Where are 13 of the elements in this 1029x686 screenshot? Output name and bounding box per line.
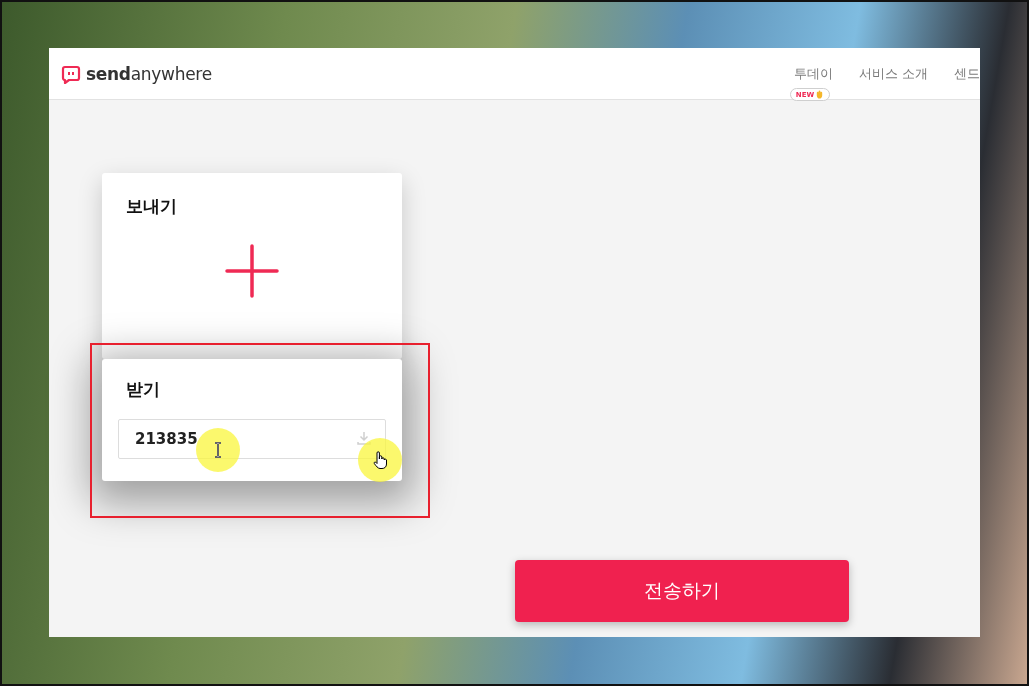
nav-link[interactable]: 투데이: [793, 64, 833, 83]
text-cursor-icon: [214, 442, 222, 458]
pointer-cursor-icon: [373, 451, 387, 469]
card-title: 받기: [125, 378, 161, 401]
card-title: 보내기: [126, 195, 178, 218]
transfer-button[interactable]: 전송하기: [515, 560, 849, 622]
logo-text[interactable]: sendanywhere: [86, 63, 212, 84]
logo-icon: [61, 63, 81, 84]
nav-link[interactable]: 센드: [954, 64, 980, 83]
send-card[interactable]: 보내기: [102, 173, 402, 359]
nav-link[interactable]: 서비스 소개: [858, 64, 928, 83]
hand-icon: [815, 90, 825, 99]
plus-icon: [225, 244, 279, 298]
